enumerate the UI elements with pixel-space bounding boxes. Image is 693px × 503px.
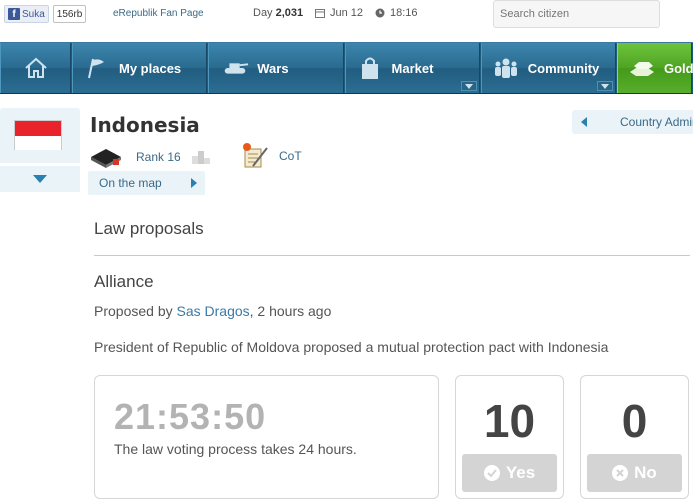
search-citizen-input[interactable] — [493, 0, 660, 28]
chevron-down-icon — [600, 83, 609, 89]
no-vote-count: 0 — [621, 395, 648, 447]
check-icon — [483, 465, 500, 481]
vote-yes-label: Yes — [505, 463, 536, 482]
nav-my-places[interactable]: My places — [72, 43, 208, 93]
flag-icon — [83, 56, 111, 80]
proposed-by-suffix: , 2 hours ago — [249, 303, 332, 319]
home-icon — [24, 57, 47, 78]
country-name: Indonesia — [90, 113, 200, 137]
vote-no-label: No — [634, 463, 657, 482]
nav-my-places-label: My places — [119, 60, 182, 76]
on-the-map-button[interactable]: On the map — [88, 171, 205, 195]
nav-wars-label: Wars — [257, 60, 289, 76]
main-navigation: My places Wars Market Community Gold — [0, 42, 693, 94]
country-flag-panel — [0, 108, 80, 192]
close-icon — [612, 465, 629, 481]
nav-gold[interactable]: Gold — [616, 43, 693, 93]
day-value: 2,031 — [275, 7, 304, 19]
nav-market-label: Market — [391, 60, 434, 76]
nav-wars[interactable]: Wars — [208, 43, 344, 93]
facebook-like-button[interactable]: f Suka — [4, 5, 49, 23]
country-administration-button[interactable]: Country Administration — [572, 110, 693, 134]
market-dropdown-toggle[interactable] — [460, 81, 477, 91]
people-icon — [492, 56, 520, 80]
country-select-toggle[interactable] — [0, 166, 80, 192]
facebook-like-count: 156rb — [52, 5, 87, 23]
country-administration-label: Country Administration — [620, 115, 693, 129]
chevron-down-icon — [464, 83, 473, 89]
nav-gold-label: Gold — [663, 60, 693, 76]
gold-bars-icon — [628, 56, 656, 80]
facebook-like-widget[interactable]: f Suka 156rb — [4, 5, 87, 23]
congress-of-tasks[interactable]: CoT — [241, 142, 302, 170]
voting-timer-panel: 21:53:50 The law voting process takes 24… — [94, 375, 439, 499]
voting-note: The law voting process takes 24 hours. — [114, 441, 357, 457]
rank-label[interactable]: Rank 16 — [136, 150, 181, 164]
tank-icon — [221, 56, 249, 80]
clock-icon — [375, 8, 385, 18]
section-title: Law proposals — [94, 219, 204, 238]
arrow-left-icon — [581, 117, 587, 127]
nav-market[interactable]: Market — [344, 43, 480, 93]
top-bar: f Suka 156rb eRepublik Fan Page Day 2,03… — [0, 0, 693, 36]
nav-home[interactable] — [0, 43, 72, 93]
calendar-icon — [315, 9, 325, 18]
day-label: Day — [253, 7, 273, 19]
nav-community-label: Community — [527, 60, 600, 76]
community-dropdown-toggle[interactable] — [596, 81, 613, 91]
scroll-quill-icon — [243, 143, 268, 168]
game-time: 18:16 — [375, 7, 418, 19]
date-value: Jun 12 — [330, 7, 364, 19]
no-vote-panel: 0 No — [580, 375, 689, 499]
law-title: Alliance — [94, 272, 154, 291]
arrow-right-icon — [191, 178, 197, 188]
cot-label: CoT — [279, 149, 302, 163]
proposed-by-prefix: Proposed by — [94, 303, 177, 319]
time-value: 18:16 — [390, 7, 418, 19]
yes-vote-panel: 10 Yes — [455, 375, 564, 499]
nav-community[interactable]: Community — [480, 43, 616, 93]
proposer-link[interactable]: Sas Dragos — [177, 303, 250, 319]
country-rank: Rank 16 — [90, 144, 211, 170]
game-date: Jun 12 — [315, 7, 363, 19]
divider — [94, 255, 690, 256]
chevron-down-icon — [33, 175, 47, 183]
on-the-map-label: On the map — [99, 176, 162, 190]
vote-no-button[interactable]: No — [587, 454, 682, 492]
indonesia-flag-icon — [14, 120, 62, 150]
facebook-icon: f — [8, 8, 20, 20]
country-flag-tile[interactable] — [0, 108, 80, 163]
law-description: President of Republic of Moldova propose… — [94, 339, 609, 355]
facebook-like-label: Suka — [22, 8, 45, 20]
proposed-by: Proposed by Sas Dragos, 2 hours ago — [94, 303, 331, 319]
shopping-bag-icon — [356, 56, 384, 80]
voting-countdown: 21:53:50 — [114, 396, 267, 437]
yes-vote-count: 10 — [483, 395, 536, 447]
game-day: Day 2,031 — [253, 7, 303, 19]
book-icon — [91, 149, 121, 168]
fan-page-link[interactable]: eRepublik Fan Page — [113, 8, 204, 19]
podium-icon — [191, 151, 210, 164]
vote-yes-button[interactable]: Yes — [462, 454, 557, 492]
